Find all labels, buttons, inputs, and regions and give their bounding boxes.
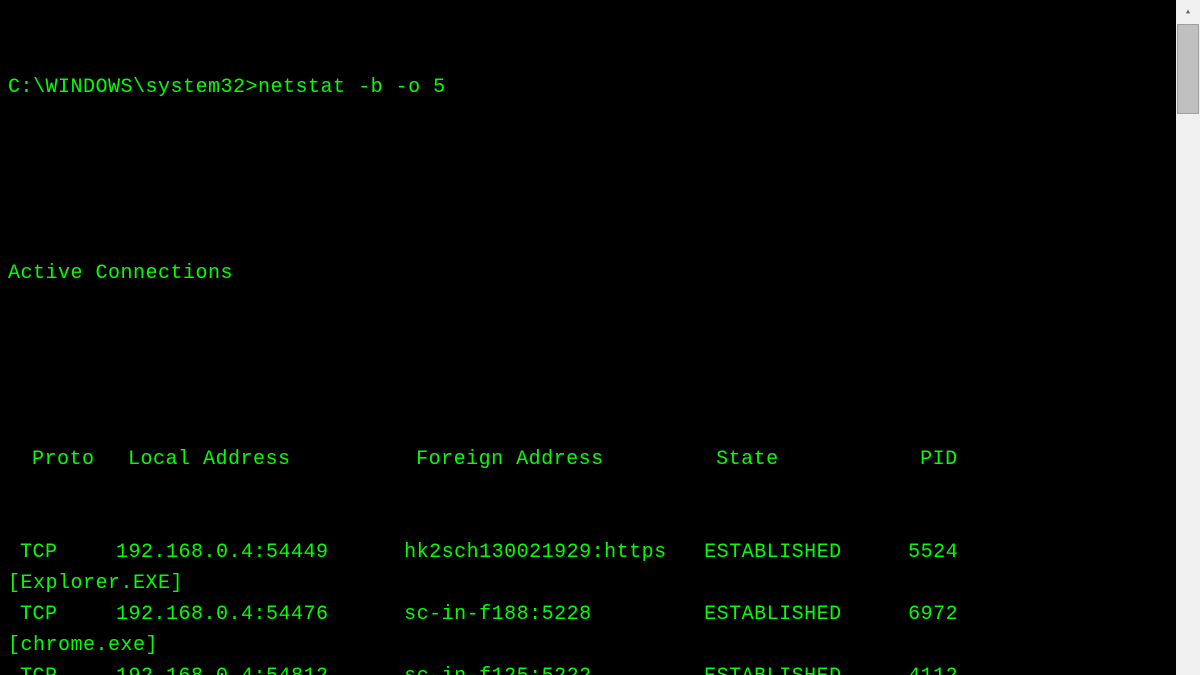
cell-pid: 6972 [908,599,958,630]
prompt-path: C:\WINDOWS\system32> [8,76,258,99]
cell-pid: 5524 [908,537,958,568]
terminal-window[interactable]: C:\WINDOWS\system32>netstat -b -o 5 Acti… [0,0,1176,675]
cell-state: ESTABLISHED [704,537,908,568]
col-local: Local Address [128,444,416,475]
cell-proto: TCP [20,661,116,675]
chevron-up-icon: ▴ [1185,6,1191,18]
cell-state: ESTABLISHED [704,599,908,630]
cell-proto: TCP [20,537,116,568]
connection-row: TCP192.168.0.4:54812sc-in-f125:5222ESTAB… [8,661,1168,675]
process-name: [chrome.exe] [8,630,1168,661]
connection-row: TCP192.168.0.4:54476sc-in-f188:5228ESTAB… [8,599,1168,630]
cell-local: 192.168.0.4:54449 [116,537,404,568]
section-header: Active Connections [8,258,1168,289]
cell-local: 192.168.0.4:54476 [116,599,404,630]
col-state: State [716,444,920,475]
blank-line [8,351,1168,382]
column-headers: ProtoLocal AddressForeign AddressStatePI… [8,444,1168,475]
scrollbar-up-button[interactable]: ▴ [1176,0,1200,24]
connection-rows: TCP192.168.0.4:54449hk2sch130021929:http… [8,537,1168,675]
scrollbar-track[interactable]: ▴ [1176,0,1200,675]
prompt-line: C:\WINDOWS\system32>netstat -b -o 5 [8,72,1168,103]
cell-pid: 4112 [908,661,958,675]
cell-state: ESTABLISHED [704,661,908,675]
process-name: [Explorer.EXE] [8,568,1168,599]
col-pid: PID [920,444,958,475]
col-proto: Proto [32,444,128,475]
command-text: netstat -b -o 5 [258,76,446,99]
cell-foreign: hk2sch130021929:https [404,537,704,568]
col-foreign: Foreign Address [416,444,716,475]
cell-proto: TCP [20,599,116,630]
cell-foreign: sc-in-f125:5222 [404,661,704,675]
scrollbar-thumb[interactable] [1177,24,1199,114]
connection-row: TCP192.168.0.4:54449hk2sch130021929:http… [8,537,1168,568]
cell-local: 192.168.0.4:54812 [116,661,404,675]
cell-foreign: sc-in-f188:5228 [404,599,704,630]
blank-line [8,165,1168,196]
